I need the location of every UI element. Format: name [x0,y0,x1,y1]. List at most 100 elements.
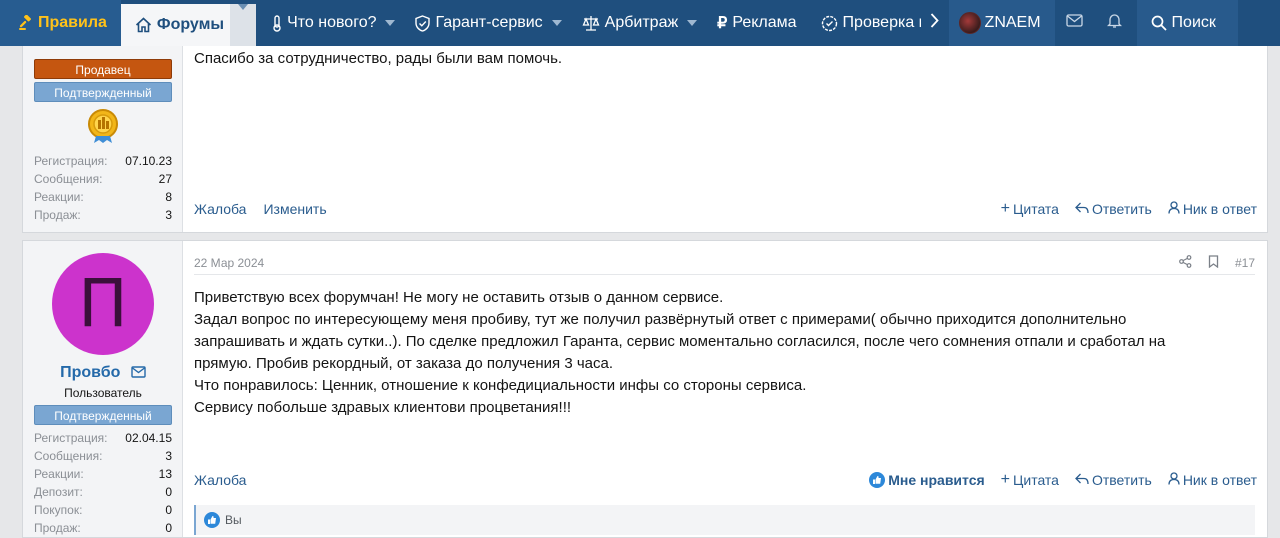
nav-alerts[interactable] [1095,0,1135,46]
username[interactable]: Провбо [23,364,183,383]
post: П Провбо Пользователь Подтвержденный Рег… [22,240,1268,538]
verified-badge: Подтвержденный [34,405,172,425]
chevron-down-icon[interactable] [385,20,396,26]
stat-label: Регистрация: [34,431,108,445]
stat-row: Регистрация: 07.10.23 [34,152,172,170]
reply-button[interactable]: Ответить [1075,472,1152,488]
stat-label: Покупок: [34,503,83,517]
nav-guarantee[interactable]: Гарант-сервис [405,0,571,46]
stat-row: Сообщения: 3 [34,447,172,465]
envelope-icon [1066,14,1083,32]
edit-link[interactable]: Изменить [263,201,326,217]
nav-rules-label: Правила [38,14,107,31]
mention-button[interactable]: Ник в ответ [1168,472,1257,488]
mention-label: Ник в ответ [1182,472,1257,488]
post-date[interactable]: 22 Мар 2024 [194,256,264,270]
nav-whats-new-label: Что нового? [287,14,377,31]
top-nav: Правила Форумы Что нового? Гарант-сервис… [0,0,1280,46]
thumbs-up-icon [869,472,886,488]
post-user-column: П Провбо Пользователь Подтвержденный Рег… [23,241,183,537]
reply-label: Ответить [1091,472,1152,488]
stat-value: 13 [158,467,172,481]
plus-icon: + [1000,200,1011,217]
reply-button[interactable]: Ответить [1075,201,1152,217]
user-icon [1168,201,1180,217]
nav-check-label: Проверка п [842,14,921,31]
reply-icon [1075,201,1089,217]
nav-check[interactable]: Проверка п [807,0,921,46]
post-number[interactable]: #17 [1235,256,1255,270]
gavel-icon [18,15,34,31]
quote-button[interactable]: + Цитата [1001,200,1059,218]
avatar [958,12,981,34]
stat-value: 3 [165,449,172,463]
post-content: 22 Мар 2024 #17 Приветствую всех форумча… [183,241,1267,537]
mention-label: Ник в ответ [1182,201,1257,217]
mention-button[interactable]: Ник в ответ [1168,201,1257,217]
post-actions: Жалоба Мне нравится + Цитата Ответить Ник… [194,470,1257,490]
nav-inbox[interactable] [1055,0,1095,46]
post-header: 22 Мар 2024 #17 [194,254,1255,272]
message-line: Приветствую всех форумчан! Не могу не ос… [194,289,724,306]
nav-search[interactable]: Поиск [1136,0,1238,46]
stat-value: 3 [165,208,172,222]
badge-check-icon [821,15,838,32]
user-stats: Регистрация: 02.04.15 Сообщения: 3 Реакции… [34,429,172,537]
stat-value: 27 [158,172,172,186]
stat-value: 8 [165,190,172,204]
chevron-right-icon [930,13,939,33]
stat-row: Продаж: 0 [34,519,172,537]
nav-arbitration[interactable]: Арбитраж [572,0,708,46]
home-icon [135,17,152,33]
stat-label: Реакции: [34,467,84,481]
stat-value: 02.04.15 [125,431,172,445]
report-link[interactable]: Жалоба [194,201,246,217]
like-label: Мне нравится [888,472,985,488]
quote-button[interactable]: + Цитата [1001,471,1059,489]
nav-rules[interactable]: Правила [0,0,121,46]
stat-row: Сообщения: 27 [34,170,172,188]
shield-check-icon [415,14,431,32]
thumbs-up-icon [204,512,220,528]
bell-icon [1106,13,1123,34]
avatar[interactable]: П [52,253,154,355]
stat-value: 0 [165,503,172,517]
like-button[interactable]: Мне нравится [869,472,985,488]
nav-search-label: Поиск [1171,14,1216,31]
chevron-down-icon[interactable] [230,4,257,46]
chevron-down-icon[interactable] [551,20,562,26]
nav-forums[interactable]: Форумы [120,4,257,46]
nav-whats-new[interactable]: Что нового? [256,0,405,46]
user-stats: Регистрация: 07.10.23 Сообщения: 27 Реакци… [34,152,172,224]
stat-value: 0 [165,521,172,535]
post-message: Спасибо за сотрудничество, рады были вам… [194,50,563,67]
quote-label: Цитата [1013,201,1059,217]
stat-value: 07.10.23 [125,154,172,168]
stat-row: Регистрация: 02.04.15 [34,429,172,447]
stat-row: Реакции: 8 [34,188,172,206]
verified-badge: Подтвержденный [34,82,172,102]
nav-scroll-right[interactable] [921,0,949,46]
quote-label: Цитата [1013,472,1059,488]
nav-user[interactable]: ZNAEM [948,0,1055,46]
stat-label: Регистрация: [34,154,108,168]
stat-label: Депозит: [34,485,83,499]
message-line: Сервису побольше здравых клиентови процв… [194,399,572,416]
bookmark-icon[interactable] [1208,255,1219,271]
scales-icon [582,15,600,32]
chevron-down-icon[interactable] [687,20,698,26]
report-link[interactable]: Жалоба [194,472,246,488]
envelope-icon[interactable] [131,365,146,383]
message-line: Что понравилось: Ценник, отношение к кон… [194,377,807,394]
reactions-text: Вы [225,513,242,527]
nav-ads-label: Реклама [732,14,797,31]
stat-row: Продаж: 3 [34,206,172,224]
stat-label: Сообщения: [34,172,103,186]
share-icon[interactable] [1179,255,1192,271]
nav-ads[interactable]: ₽ Реклама [707,0,806,46]
reactions-bar[interactable]: Вы [194,505,1255,535]
stat-label: Продаж: [34,208,81,222]
medal-icon [86,108,120,148]
search-icon [1151,15,1167,31]
stat-label: Продаж: [34,521,81,535]
